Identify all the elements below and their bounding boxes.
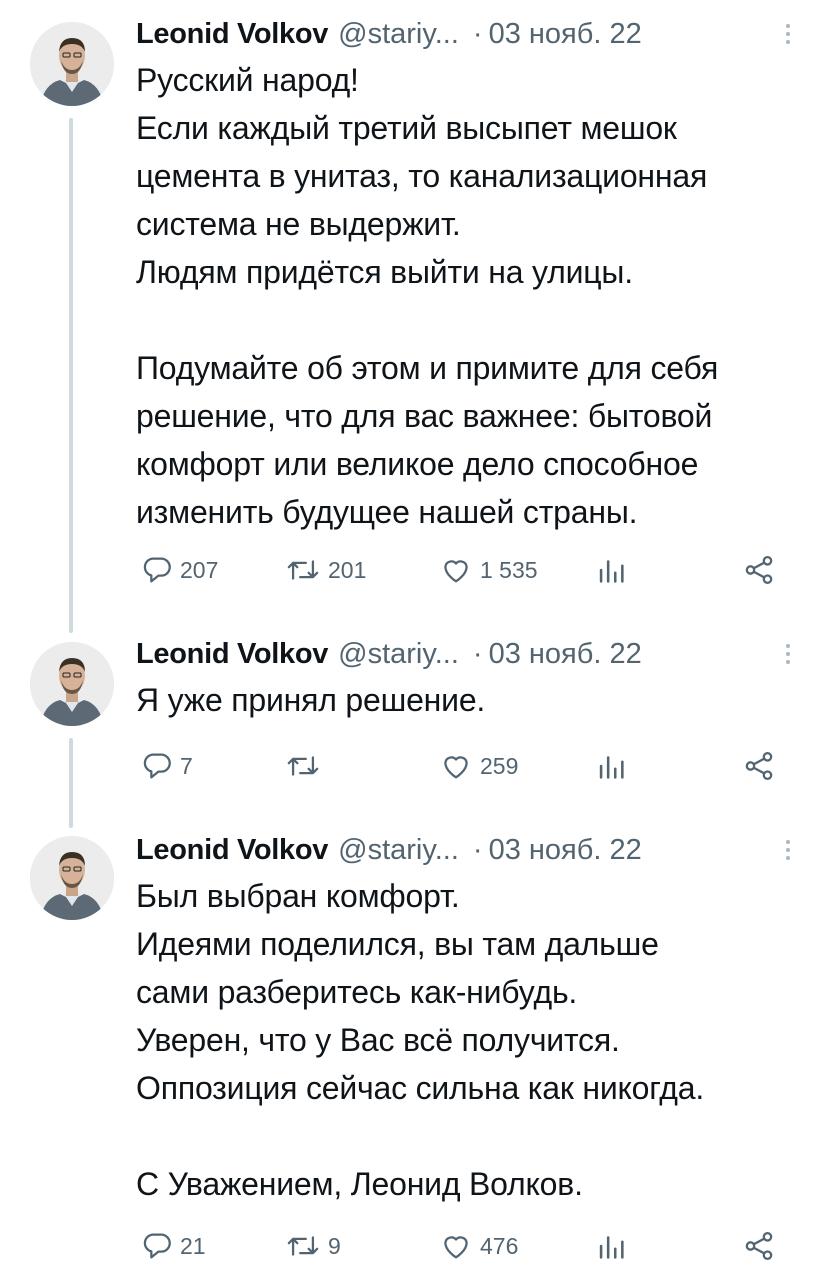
tweet-thread: Leonid Volkov @stariy... · 03 нояб. 22 Р… xyxy=(0,0,834,1280)
tweet-actions: 21 9 476 xyxy=(136,1226,776,1266)
share-icon xyxy=(745,1231,773,1261)
tweet-header: Leonid Volkov @stariy... · 03 нояб. 22 xyxy=(136,634,794,674)
reply-button[interactable]: 207 xyxy=(140,550,218,590)
thread-connector-line xyxy=(69,118,73,633)
author-handle[interactable]: @stariy... xyxy=(338,638,459,671)
reply-icon xyxy=(143,753,171,779)
author-name[interactable]: Leonid Volkov xyxy=(136,834,328,867)
retweet-icon xyxy=(287,1236,319,1256)
tweet-text: Русский народ! Если каждый третий высыпе… xyxy=(136,56,804,536)
header-separator: · xyxy=(472,833,483,866)
heart-icon xyxy=(444,756,468,779)
views-icon xyxy=(599,1236,624,1259)
tweet-text-line: Если каждый третий высыпет мешок xyxy=(136,110,677,146)
reply-count: 207 xyxy=(180,556,219,583)
avatar-image xyxy=(30,642,114,726)
avatar[interactable] xyxy=(30,22,114,106)
tweet-text-line: цемента в унитаз, то канализационная xyxy=(136,158,708,194)
tweet-text-line: изменить будущее нашей страны. xyxy=(136,494,638,530)
like-button[interactable]: 1 535 xyxy=(438,550,538,590)
tweet-date[interactable]: 03 нояб. 22 xyxy=(489,18,642,51)
tweet-text-line: система не выдержит. xyxy=(136,206,461,242)
share-button[interactable] xyxy=(742,746,776,786)
retweet-icon xyxy=(287,756,319,776)
tweet-text-line: решение, что для вас важнее: бытовой xyxy=(136,398,713,434)
like-count: 476 xyxy=(480,1232,519,1259)
share-button[interactable] xyxy=(742,550,776,590)
retweet-button[interactable]: 201 xyxy=(284,550,366,590)
views-button[interactable] xyxy=(594,746,634,786)
author-handle[interactable]: @stariy... xyxy=(338,18,459,51)
avatar[interactable] xyxy=(30,642,114,726)
like-button[interactable]: 476 xyxy=(438,1226,518,1266)
views-icon xyxy=(599,756,624,779)
like-button[interactable]: 259 xyxy=(438,746,518,786)
views-button[interactable] xyxy=(594,550,634,590)
tweet-text-line: Людям придётся выйти на улицы. xyxy=(136,254,633,290)
thread-connector-line xyxy=(69,738,73,828)
more-options-icon[interactable] xyxy=(782,644,794,664)
reply-icon xyxy=(143,557,171,583)
tweet-date[interactable]: 03 нояб. 22 xyxy=(489,638,642,671)
tweet-text: Я уже принял решение. xyxy=(136,676,804,724)
tweet-text-blank-line xyxy=(136,1112,804,1160)
heart-icon xyxy=(444,1236,468,1259)
tweet-text: Был выбран комфорт. Идеями поделился, вы… xyxy=(136,872,804,1208)
reply-count: 7 xyxy=(180,752,193,779)
tweet-header: Leonid Volkov @stariy... · 03 нояб. 22 xyxy=(136,14,794,54)
tweet-text-blank-line xyxy=(136,296,804,344)
header-separator: · xyxy=(472,17,483,50)
tweet-text-line: Я уже принял решение. xyxy=(136,682,486,718)
reply-count: 21 xyxy=(180,1232,206,1259)
tweet-text-line: С Уважением, Леонид Волков. xyxy=(136,1166,583,1202)
tweet-header: Leonid Volkov @stariy... · 03 нояб. 22 xyxy=(136,830,794,870)
retweet-count: 9 xyxy=(328,1232,341,1259)
avatar-image xyxy=(30,22,114,106)
retweet-icon xyxy=(287,560,319,580)
header-separator: · xyxy=(472,637,483,670)
reply-button[interactable]: 7 xyxy=(140,746,193,786)
retweet-button[interactable] xyxy=(284,746,328,786)
views-button[interactable] xyxy=(594,1226,634,1266)
like-count: 1 535 xyxy=(480,556,538,583)
tweet-text-line: Идеями поделился, вы там дальше xyxy=(136,926,659,962)
more-options-icon[interactable] xyxy=(782,840,794,860)
more-options-icon[interactable] xyxy=(782,24,794,44)
reply-icon xyxy=(143,1233,171,1259)
tweet-actions: 7 259 xyxy=(136,746,776,786)
tweet-text-line: Подумайте об этом и примите для себя xyxy=(136,350,719,386)
heart-icon xyxy=(444,560,468,583)
tweet-date[interactable]: 03 нояб. 22 xyxy=(489,834,642,867)
tweet-text-line: Оппозиция сейчас сильна как никогда. xyxy=(136,1070,705,1106)
tweet-text-line: Был выбран комфорт. xyxy=(136,878,460,914)
avatar-image xyxy=(30,836,114,920)
like-count: 259 xyxy=(480,752,519,779)
avatar[interactable] xyxy=(30,836,114,920)
views-icon xyxy=(599,560,624,583)
share-icon xyxy=(745,555,773,585)
author-name[interactable]: Leonid Volkov xyxy=(136,638,328,671)
tweet-actions: 207 201 1 535 xyxy=(136,550,776,590)
tweet-text-line: Уверен, что у Вас всё получится. xyxy=(136,1022,620,1058)
tweet-text-line: комфорт или великое дело способное xyxy=(136,446,699,482)
reply-button[interactable]: 21 xyxy=(140,1226,206,1266)
retweet-button[interactable]: 9 xyxy=(284,1226,341,1266)
author-handle[interactable]: @stariy... xyxy=(338,834,459,867)
share-icon xyxy=(745,751,773,781)
tweet-text-line: Русский народ! xyxy=(136,62,359,98)
retweet-count: 201 xyxy=(328,556,367,583)
tweet-text-line: сами разберитесь как-нибудь. xyxy=(136,974,578,1010)
author-name[interactable]: Leonid Volkov xyxy=(136,18,328,51)
share-button[interactable] xyxy=(742,1226,776,1266)
